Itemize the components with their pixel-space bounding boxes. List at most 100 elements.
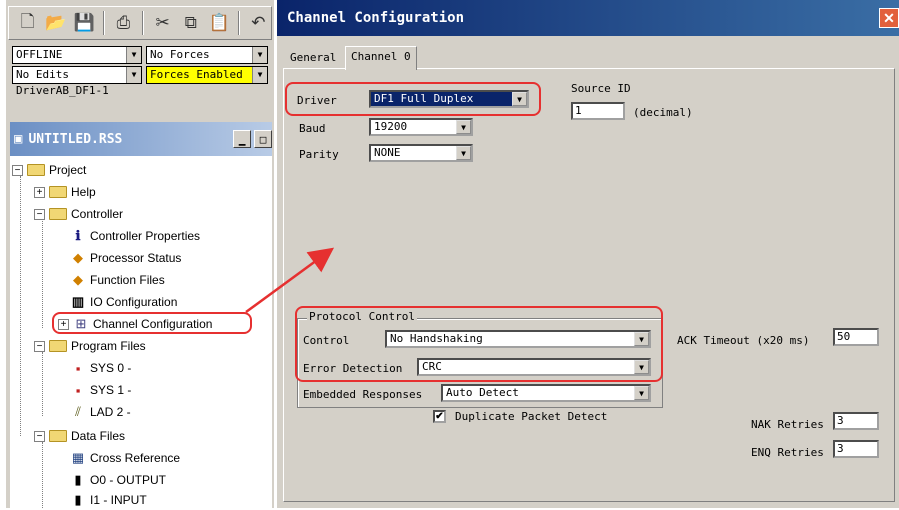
folder-icon [27,164,45,176]
ladder-file-icon: ⫽ [75,404,81,419]
tree-label: Help [71,185,96,199]
source-id-hint: (decimal) [633,106,693,119]
tab-channel-0[interactable]: Channel 0 [345,46,417,70]
tree-node-sys0[interactable]: ▪ SYS 0 - [70,358,132,378]
tree-label: I1 - INPUT [90,493,147,507]
source-id-label: Source ID [571,82,631,95]
forces-dropdown-value: No Forces [150,48,210,61]
minimize-icon[interactable]: ▁ [233,130,251,148]
save-icon[interactable]: 💾 [72,10,97,36]
parity-select-value: NONE [374,146,401,159]
annotation-box-driver [285,82,541,116]
embedded-responses-select-value: Auto Detect [446,386,519,399]
tree-node-o0-output[interactable]: ▮ O0 - OUTPUT [70,470,166,490]
paste-icon[interactable]: 📋 [207,10,232,36]
tree-node-i1-input[interactable]: ▮ I1 - INPUT [70,490,147,510]
baud-label: Baud [299,122,326,135]
info-icon: ℹ [75,228,81,243]
embedded-responses-select[interactable]: Auto Detect ▼ [441,384,651,402]
tree-node-controller-properties[interactable]: ℹ Controller Properties [70,226,201,246]
baud-select-value: 19200 [374,120,408,133]
chevron-down-icon[interactable]: ▼ [252,47,267,63]
tree-line [42,442,43,508]
cross-reference-icon: ▦ [71,450,85,465]
tree-node-cross-reference[interactable]: ▦ Cross Reference [70,448,180,468]
chevron-down-icon[interactable]: ▼ [456,120,471,134]
toolbar: 🗋 📂 💾 ⎙ ✂ ⧉ 📋 ↶ [8,6,272,40]
enq-retries-field[interactable]: 3 [833,440,879,458]
tree-label: SYS 1 - [90,383,132,397]
tree-node-sys1[interactable]: ▪ SYS 1 - [70,380,132,400]
forces-dropdown[interactable]: No Forces ▼ [146,46,268,64]
tree-label: Function Files [90,273,165,287]
chevron-down-icon[interactable]: ▼ [126,47,141,63]
source-id-field[interactable]: 1 [571,102,625,120]
tree-label: O0 - OUTPUT [90,473,167,487]
tree-label: IO Configuration [90,295,178,309]
print-icon[interactable]: ⎙ [111,10,136,36]
tree-node-project[interactable]: − Project [12,160,86,180]
enq-retries-label: ENQ Retries [751,446,824,459]
driver-name: DriverAB_DF1-1 [16,84,109,97]
tree-label: LAD 2 - [90,405,131,419]
chevron-down-icon[interactable]: ▼ [252,67,267,83]
parity-select[interactable]: NONE ▼ [369,144,473,162]
folder-icon [49,208,67,220]
chevron-down-icon[interactable]: ▼ [126,67,141,83]
status-file-icon: ◆ [73,250,83,265]
dialog-titlebar[interactable]: Channel Configuration [277,0,899,36]
copy-icon[interactable]: ⧉ [178,10,203,36]
mode-dropdown[interactable]: OFFLINE ▼ [12,46,142,64]
project-window-titlebar[interactable]: ▣ UNTITLED.RSS ▁ □ [10,122,272,156]
collapse-icon[interactable]: − [34,430,45,442]
tree-label: Controller [71,207,124,221]
io-module-icon: ▥ [71,294,85,309]
close-icon[interactable]: ✕ [879,8,899,28]
undo-icon[interactable]: ↶ [246,10,271,36]
tree-node-lad2[interactable]: ⫽ LAD 2 - [70,402,131,422]
function-file-icon: ◆ [73,272,83,287]
folder-icon [49,340,67,352]
collapse-icon[interactable]: − [12,164,23,176]
edits-dropdown[interactable]: No Edits ▼ [12,66,142,84]
tree-node-data-files[interactable]: − Data Files [34,426,125,446]
maximize-icon[interactable]: □ [254,130,272,148]
channel-configuration-dialog: Channel Configuration ✕ General Channel … [276,0,899,508]
chevron-down-icon[interactable]: ▼ [634,386,649,400]
collapse-icon[interactable]: − [34,340,45,352]
data-file-icon: ▮ [74,472,82,487]
parity-label: Parity [299,148,339,161]
new-file-icon[interactable]: 🗋 [15,10,40,36]
tree-node-io-configuration[interactable]: ▥ IO Configuration [70,292,178,312]
tree-node-processor-status[interactable]: ◆ Processor Status [70,248,181,268]
collapse-icon[interactable]: − [34,208,45,220]
forces-enabled-dropdown[interactable]: Forces Enabled ▼ [146,66,268,84]
project-window-title: UNTITLED.RSS [28,131,123,147]
dialog-title: Channel Configuration [287,10,465,26]
tab-general[interactable]: General [285,48,341,70]
tree-label: Processor Status [90,251,182,265]
cut-icon[interactable]: ✂ [150,10,175,36]
tree-label: Controller Properties [90,229,201,243]
folder-icon [49,186,67,198]
tree-node-function-files[interactable]: ◆ Function Files [70,270,165,290]
chevron-down-icon[interactable]: ▼ [456,146,471,160]
nak-retries-field[interactable]: 3 [833,412,879,430]
tree-node-program-files[interactable]: − Program Files [34,336,146,356]
duplicate-packet-checkbox[interactable]: ✔ [433,410,446,423]
edits-dropdown-value: No Edits [16,68,69,81]
tree-node-help[interactable]: + Help [34,182,96,202]
tree-node-controller[interactable]: − Controller [34,204,123,224]
folder-icon [49,430,67,442]
embedded-responses-label: Embedded Responses [303,388,423,401]
tree-label: Project [49,163,87,177]
ack-timeout-field[interactable]: 50 [833,328,879,346]
expand-icon[interactable]: + [34,186,45,198]
project-icon: ▣ [14,131,23,147]
tree-line [20,176,21,436]
data-file-icon: ▮ [74,492,82,507]
ack-timeout-label: ACK Timeout (x20 ms) [677,334,810,347]
system-file-icon: ▪ [75,382,81,398]
open-folder-icon[interactable]: 📂 [43,10,68,36]
baud-select[interactable]: 19200 ▼ [369,118,473,136]
